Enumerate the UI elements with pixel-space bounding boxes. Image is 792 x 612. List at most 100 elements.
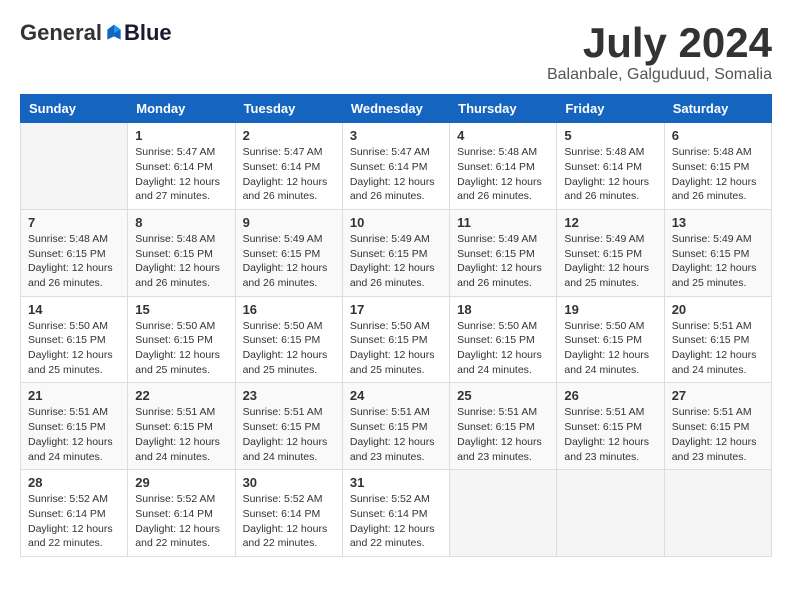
- calendar-cell: 15Sunrise: 5:50 AM Sunset: 6:15 PM Dayli…: [128, 296, 235, 383]
- calendar-day-header: Sunday: [21, 95, 128, 123]
- day-number: 24: [350, 388, 442, 403]
- day-info: Sunrise: 5:49 AM Sunset: 6:15 PM Dayligh…: [672, 232, 764, 291]
- page-header: General Blue July 2024 Balanbale, Galgud…: [20, 20, 772, 84]
- day-number: 8: [135, 215, 227, 230]
- calendar-cell: 17 Sunrise: 5:50 AM Sunset: 6:15 PM Dayli…: [342, 296, 449, 383]
- calendar-cell: 7Sunrise: 5:48 AM Sunset: 6:15 PM Daylig…: [21, 209, 128, 296]
- day-number: 31: [350, 475, 442, 490]
- day-number: 9: [243, 215, 335, 230]
- day-info: Sunrise: 5:50 AM Sunset: 6:15 PM Dayligh…: [457, 319, 549, 378]
- title-section: July 2024 Balanbale, Galguduud, Somalia: [547, 20, 772, 84]
- day-info: Sunrise: 5:48 AM Sunset: 6:15 PM Dayligh…: [135, 232, 227, 291]
- day-info: Sunrise: 5:48 AM Sunset: 6:15 PM Dayligh…: [672, 145, 764, 204]
- day-number: 27: [672, 388, 764, 403]
- calendar-day-header: Saturday: [664, 95, 771, 123]
- day-info: Sunrise: 5:49 AM Sunset: 6:15 PM Dayligh…: [243, 232, 335, 291]
- calendar-cell: [21, 123, 128, 210]
- day-info: Sunrise: 5:47 AM Sunset: 6:14 PM Dayligh…: [135, 145, 227, 204]
- day-number: 6: [672, 128, 764, 143]
- day-number: 14: [28, 302, 120, 317]
- calendar-cell: 11Sunrise: 5:49 AM Sunset: 6:15 PM Dayli…: [450, 209, 557, 296]
- day-info: Sunrise: 5:51 AM Sunset: 6:15 PM Dayligh…: [243, 405, 335, 464]
- day-number: 10: [350, 215, 442, 230]
- calendar-week-row: 1 Sunrise: 5:47 AM Sunset: 6:14 PM Daylig…: [21, 123, 772, 210]
- day-number: 19: [564, 302, 656, 317]
- calendar-cell: [450, 470, 557, 557]
- calendar-cell: 10 Sunrise: 5:49 AM Sunset: 6:15 PM Dayli…: [342, 209, 449, 296]
- calendar-cell: 14 Sunrise: 5:50 AM Sunset: 6:15 PM Dayli…: [21, 296, 128, 383]
- day-info: Sunrise: 5:51 AM Sunset: 6:15 PM Dayligh…: [672, 319, 764, 378]
- day-number: 25: [457, 388, 549, 403]
- day-info: Sunrise: 5:50 AM Sunset: 6:15 PM Dayligh…: [350, 319, 442, 378]
- day-info: Sunrise: 5:49 AM Sunset: 6:15 PM Dayligh…: [564, 232, 656, 291]
- calendar-cell: 18 Sunrise: 5:50 AM Sunset: 6:15 PM Dayli…: [450, 296, 557, 383]
- day-info: Sunrise: 5:50 AM Sunset: 6:15 PM Dayligh…: [243, 319, 335, 378]
- day-info: Sunrise: 5:47 AM Sunset: 6:14 PM Dayligh…: [243, 145, 335, 204]
- calendar-cell: 3 Sunrise: 5:47 AM Sunset: 6:14 PM Daylig…: [342, 123, 449, 210]
- calendar-week-row: 21 Sunrise: 5:51 AM Sunset: 6:15 PM Dayli…: [21, 383, 772, 470]
- calendar-cell: 6 Sunrise: 5:48 AM Sunset: 6:15 PM Daylig…: [664, 123, 771, 210]
- day-number: 17: [350, 302, 442, 317]
- logo-general-text: General: [20, 20, 102, 46]
- calendar-cell: 2 Sunrise: 5:47 AM Sunset: 6:14 PM Daylig…: [235, 123, 342, 210]
- calendar-day-header: Wednesday: [342, 95, 449, 123]
- day-info: Sunrise: 5:52 AM Sunset: 6:14 PM Dayligh…: [28, 492, 120, 551]
- calendar-cell: 13 Sunrise: 5:49 AM Sunset: 6:15 PM Dayli…: [664, 209, 771, 296]
- day-number: 3: [350, 128, 442, 143]
- calendar-cell: 19 Sunrise: 5:50 AM Sunset: 6:15 PM Dayli…: [557, 296, 664, 383]
- day-info: Sunrise: 5:48 AM Sunset: 6:15 PM Dayligh…: [28, 232, 120, 291]
- day-number: 21: [28, 388, 120, 403]
- calendar-day-header: Monday: [128, 95, 235, 123]
- calendar-cell: 20 Sunrise: 5:51 AM Sunset: 6:15 PM Dayli…: [664, 296, 771, 383]
- logo-blue-text: Blue: [124, 20, 172, 46]
- calendar-cell: 8 Sunrise: 5:48 AM Sunset: 6:15 PM Daylig…: [128, 209, 235, 296]
- calendar-header-row: SundayMondayTuesdayWednesdayThursdayFrid…: [21, 95, 772, 123]
- day-number: 16: [243, 302, 335, 317]
- day-info: Sunrise: 5:49 AM Sunset: 6:15 PM Dayligh…: [457, 232, 549, 291]
- calendar-body: 1 Sunrise: 5:47 AM Sunset: 6:14 PM Daylig…: [21, 123, 772, 557]
- calendar-cell: 27 Sunrise: 5:51 AM Sunset: 6:15 PM Dayli…: [664, 383, 771, 470]
- calendar-cell: 28 Sunrise: 5:52 AM Sunset: 6:14 PM Dayli…: [21, 470, 128, 557]
- day-number: 23: [243, 388, 335, 403]
- day-info: Sunrise: 5:51 AM Sunset: 6:15 PM Dayligh…: [672, 405, 764, 464]
- day-info: Sunrise: 5:49 AM Sunset: 6:15 PM Dayligh…: [350, 232, 442, 291]
- day-number: 26: [564, 388, 656, 403]
- calendar-cell: 26 Sunrise: 5:51 AM Sunset: 6:15 PM Dayli…: [557, 383, 664, 470]
- day-number: 2: [243, 128, 335, 143]
- calendar-cell: 5Sunrise: 5:48 AM Sunset: 6:14 PM Daylig…: [557, 123, 664, 210]
- calendar-week-row: 14 Sunrise: 5:50 AM Sunset: 6:15 PM Dayli…: [21, 296, 772, 383]
- logo-icon: [104, 23, 124, 43]
- day-info: Sunrise: 5:48 AM Sunset: 6:14 PM Dayligh…: [457, 145, 549, 204]
- calendar-day-header: Friday: [557, 95, 664, 123]
- calendar-cell: 4 Sunrise: 5:48 AM Sunset: 6:14 PM Daylig…: [450, 123, 557, 210]
- day-number: 28: [28, 475, 120, 490]
- day-info: Sunrise: 5:52 AM Sunset: 6:14 PM Dayligh…: [243, 492, 335, 551]
- calendar-cell: 9 Sunrise: 5:49 AM Sunset: 6:15 PM Daylig…: [235, 209, 342, 296]
- calendar-cell: 22 Sunrise: 5:51 AM Sunset: 6:15 PM Dayli…: [128, 383, 235, 470]
- day-number: 29: [135, 475, 227, 490]
- day-number: 20: [672, 302, 764, 317]
- day-number: 13: [672, 215, 764, 230]
- day-info: Sunrise: 5:47 AM Sunset: 6:14 PM Dayligh…: [350, 145, 442, 204]
- calendar-week-row: 28 Sunrise: 5:52 AM Sunset: 6:14 PM Dayli…: [21, 470, 772, 557]
- day-number: 22: [135, 388, 227, 403]
- day-number: 1: [135, 128, 227, 143]
- day-info: Sunrise: 5:51 AM Sunset: 6:15 PM Dayligh…: [135, 405, 227, 464]
- day-info: Sunrise: 5:50 AM Sunset: 6:15 PM Dayligh…: [564, 319, 656, 378]
- day-info: Sunrise: 5:52 AM Sunset: 6:14 PM Dayligh…: [350, 492, 442, 551]
- calendar-table: SundayMondayTuesdayWednesdayThursdayFrid…: [20, 94, 772, 557]
- day-info: Sunrise: 5:51 AM Sunset: 6:15 PM Dayligh…: [564, 405, 656, 464]
- calendar-day-header: Tuesday: [235, 95, 342, 123]
- calendar-cell: [664, 470, 771, 557]
- day-number: 18: [457, 302, 549, 317]
- calendar-cell: 12Sunrise: 5:49 AM Sunset: 6:15 PM Dayli…: [557, 209, 664, 296]
- calendar-cell: 30Sunrise: 5:52 AM Sunset: 6:14 PM Dayli…: [235, 470, 342, 557]
- day-info: Sunrise: 5:51 AM Sunset: 6:15 PM Dayligh…: [350, 405, 442, 464]
- day-number: 15: [135, 302, 227, 317]
- calendar-cell: 24 Sunrise: 5:51 AM Sunset: 6:15 PM Dayli…: [342, 383, 449, 470]
- calendar-cell: [557, 470, 664, 557]
- calendar-cell: 1 Sunrise: 5:47 AM Sunset: 6:14 PM Daylig…: [128, 123, 235, 210]
- day-number: 4: [457, 128, 549, 143]
- day-info: Sunrise: 5:50 AM Sunset: 6:15 PM Dayligh…: [28, 319, 120, 378]
- day-info: Sunrise: 5:52 AM Sunset: 6:14 PM Dayligh…: [135, 492, 227, 551]
